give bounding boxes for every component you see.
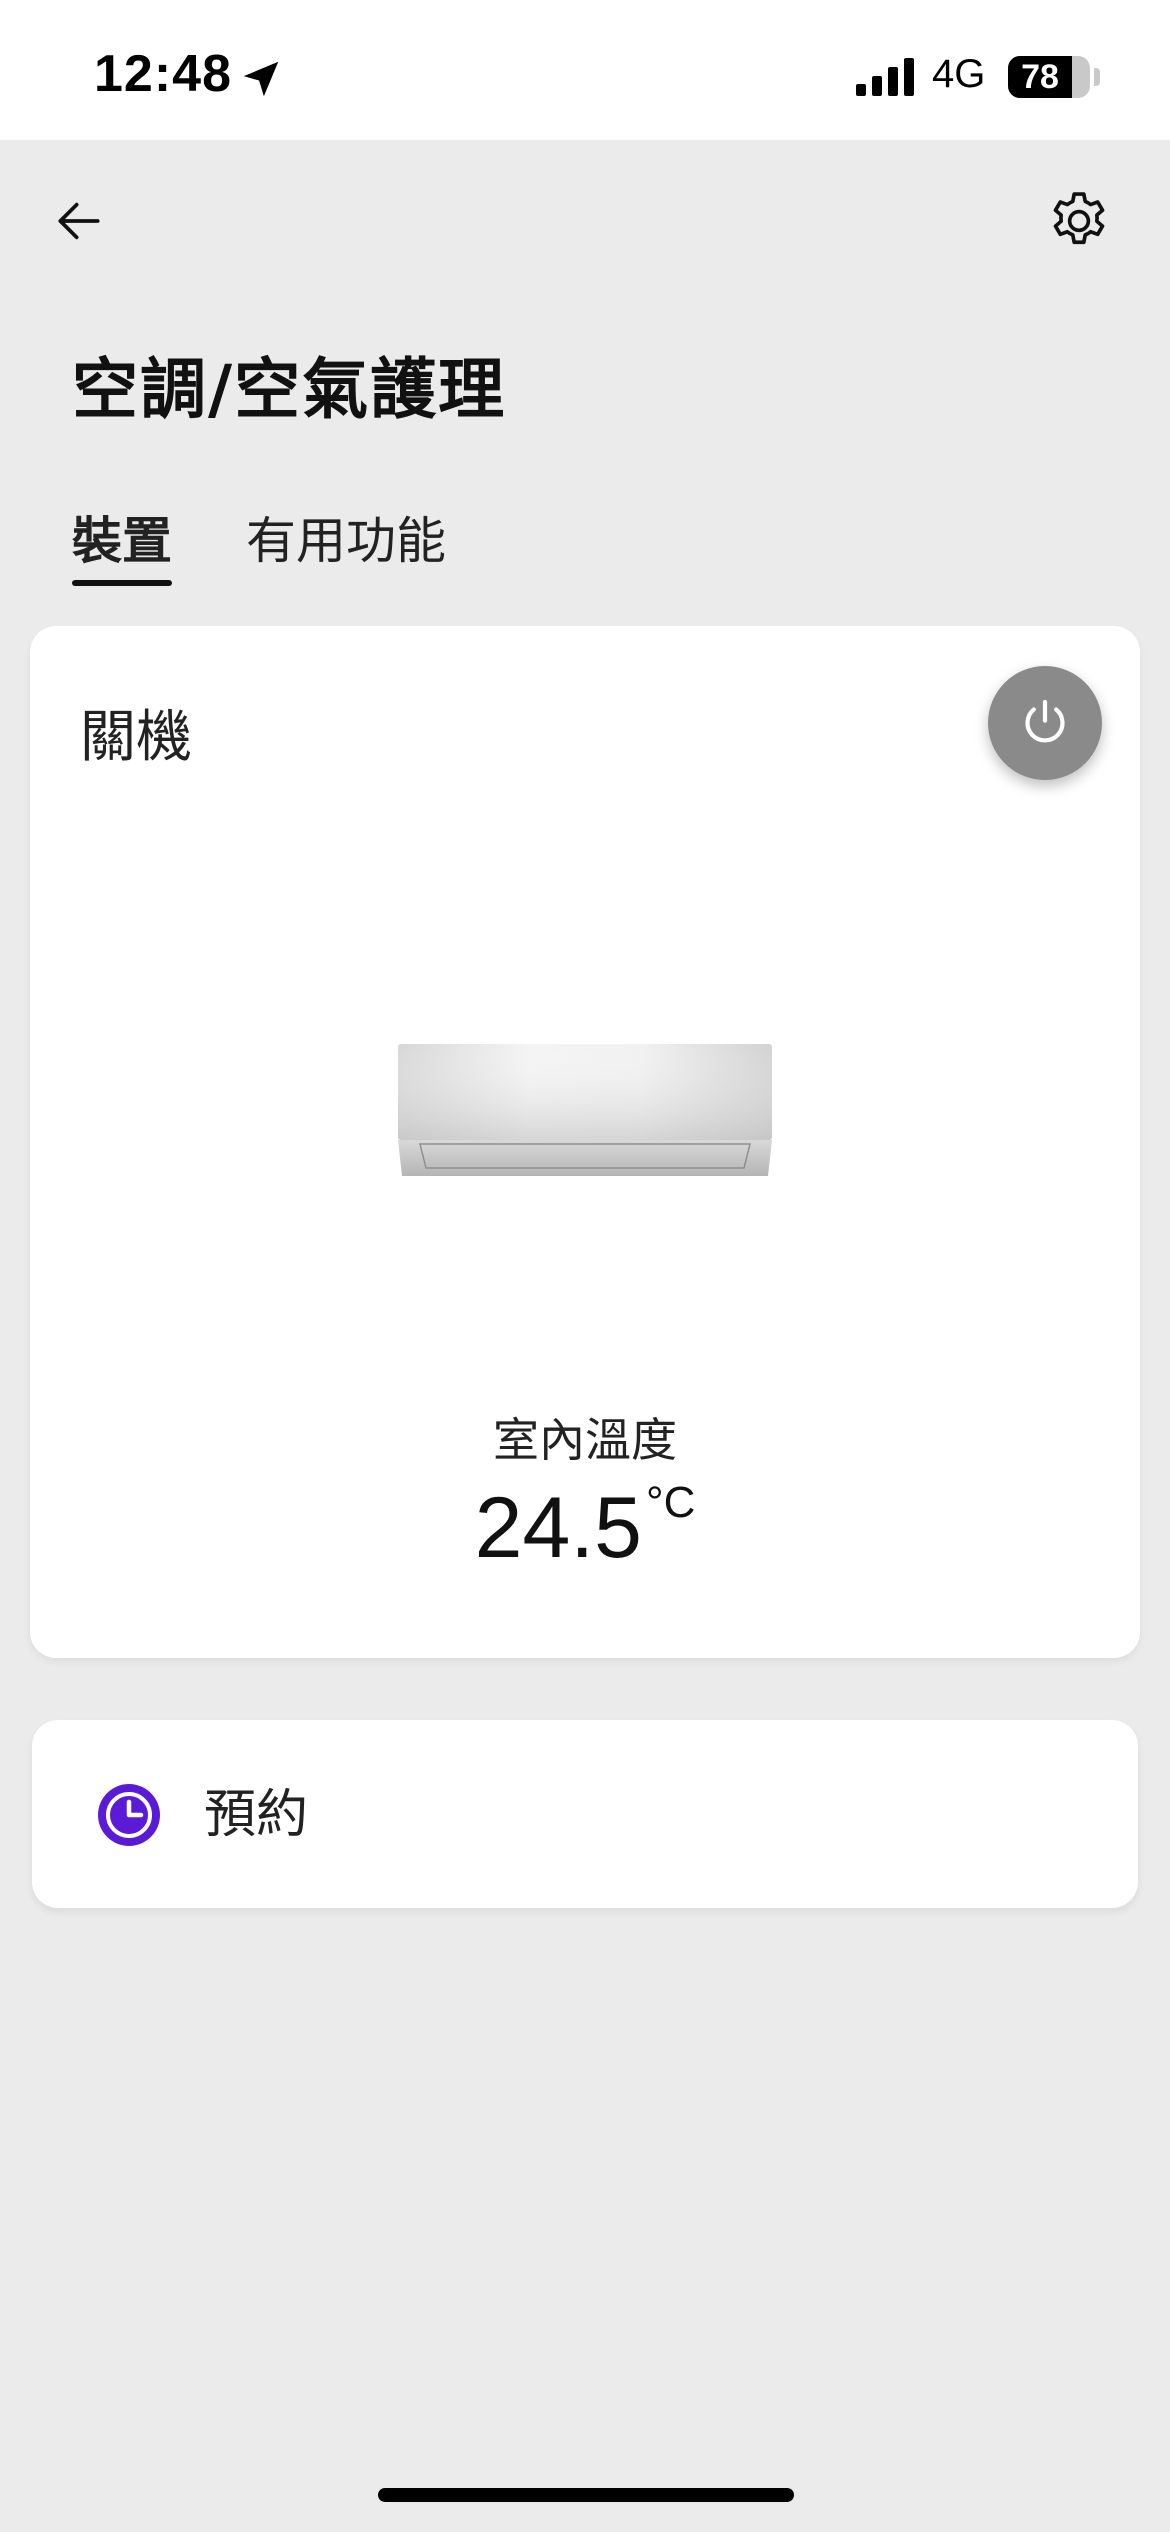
air-conditioner-icon [398,1044,772,1176]
battery-level: 78 [1021,58,1059,96]
tab-useful-functions[interactable]: 有用功能 [246,506,446,576]
cellular-signal-icon [856,58,914,96]
schedule-label: 預約 [204,1785,309,1845]
clock-icon [98,1784,160,1846]
power-button[interactable] [988,666,1102,780]
tab-devices[interactable]: 裝置 [72,506,172,586]
status-bar: 12:48 4G 78 [0,0,1170,140]
battery-indicator: 78 [1008,56,1090,98]
indoor-temperature-label: 室內溫度 [493,1413,677,1467]
temperature-value: 24.5 [474,1480,642,1576]
location-arrow-icon [243,61,279,97]
indoor-temperature: 24.5°C [30,1478,1140,1578]
schedule-card[interactable]: 預約 [32,1720,1138,1908]
status-time: 12:48 [94,45,232,103]
tab-bar: 裝置 有用功能 [72,506,520,586]
temperature-unit: °C [646,1478,696,1527]
arrow-left-icon [58,202,100,240]
settings-button[interactable] [1040,182,1118,260]
home-indicator[interactable] [378,2488,794,2502]
network-label: 4G [932,52,986,96]
power-icon [1025,699,1065,743]
page-title: 空調/空氣護理 [72,351,507,428]
gear-icon [1053,192,1105,245]
device-status: 關機 [80,705,192,770]
device-card[interactable]: 關機 室內溫度 24.5°C [30,626,1140,1658]
back-button[interactable] [44,186,114,256]
battery-cap [1094,68,1100,86]
